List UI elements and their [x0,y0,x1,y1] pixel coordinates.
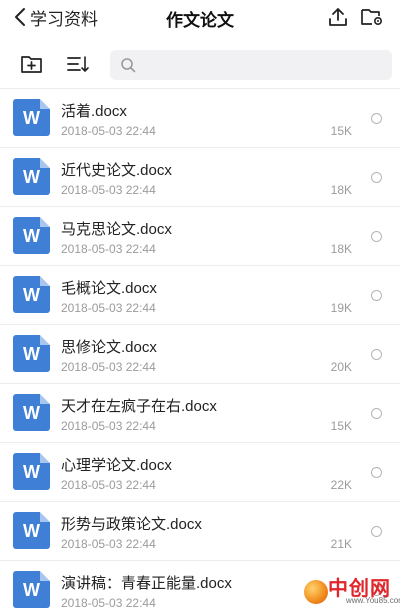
top-bar: 学习资料 作文论文 [0,0,400,36]
file-size: 19K [330,301,352,315]
select-radio[interactable] [371,172,382,183]
word-icon-letter: W [23,167,40,187]
word-document-icon: W [13,394,50,431]
file-name: 天才在左疯子在右.docx [61,398,217,415]
select-radio[interactable] [371,467,382,478]
file-date: 2018-05-03 22:44 [61,301,156,315]
file-size: 18K [330,242,352,256]
toolbar [0,44,400,84]
select-radio[interactable] [371,231,382,242]
file-name: 心理学论文.docx [61,457,172,474]
file-date: 2018-05-03 22:44 [61,537,156,551]
file-size: 21K [330,537,352,551]
file-size: 15K [330,124,352,138]
file-date: 2018-05-03 22:44 [61,478,156,492]
file-name: 活着.docx [61,103,127,120]
sort-button[interactable] [64,50,92,78]
file-name: 形势与政策论文.docx [61,516,202,533]
watermark-logo-icon [304,580,328,604]
file-name: 毛概论文.docx [61,280,157,297]
word-document-icon: W [13,453,50,490]
file-row[interactable]: W 活着.docx 2018-05-03 22:44 15K [0,88,400,147]
word-icon-letter: W [23,344,40,364]
file-date: 2018-05-03 22:44 [61,124,156,138]
file-size: 15K [330,419,352,433]
folder-gear-icon [361,9,383,26]
watermark: 中创网 www.You85.com [304,572,400,610]
search-input[interactable] [136,50,392,80]
file-row[interactable]: W 天才在左疯子在右.docx 2018-05-03 22:44 15K [0,383,400,442]
word-document-icon: W [13,335,50,372]
file-name: 思修论文.docx [61,339,157,356]
word-document-icon: W [13,99,50,136]
file-size: 22K [330,478,352,492]
file-row[interactable]: W 形势与政策论文.docx 2018-05-03 22:44 21K [0,501,400,560]
file-size: 20K [330,360,352,374]
file-date: 2018-05-03 22:44 [61,242,156,256]
word-icon-letter: W [23,108,40,128]
file-date: 2018-05-03 22:44 [61,419,156,433]
word-document-icon: W [13,512,50,549]
file-size: 18K [330,183,352,197]
file-date: 2018-05-03 22:44 [61,360,156,374]
word-icon-letter: W [23,462,40,482]
file-row[interactable]: W 心理学论文.docx 2018-05-03 22:44 22K [0,442,400,501]
file-date: 2018-05-03 22:44 [61,596,156,610]
search-box[interactable] [110,50,392,80]
select-radio[interactable] [371,349,382,360]
file-row[interactable]: W 毛概论文.docx 2018-05-03 22:44 19K [0,265,400,324]
word-document-icon: W [13,217,50,254]
upload-icon [329,8,347,26]
select-radio[interactable] [371,290,382,301]
select-radio[interactable] [371,113,382,124]
select-radio[interactable] [371,408,382,419]
file-row[interactable]: W 近代史论文.docx 2018-05-03 22:44 18K [0,147,400,206]
word-document-icon: W [13,571,50,608]
select-radio[interactable] [371,526,382,537]
file-name: 马克思论文.docx [61,221,172,238]
watermark-url: www.You85.com [346,596,400,605]
folder-settings-button[interactable] [359,4,385,30]
file-date: 2018-05-03 22:44 [61,183,156,197]
file-row[interactable]: W 思修论文.docx 2018-05-03 22:44 20K [0,324,400,383]
word-document-icon: W [13,276,50,313]
add-folder-icon [21,56,42,73]
new-folder-button[interactable] [18,50,46,78]
file-name: 近代史论文.docx [61,162,172,179]
word-icon-letter: W [23,580,40,600]
upload-button[interactable] [325,4,351,30]
word-icon-letter: W [23,285,40,305]
word-icon-letter: W [23,403,40,423]
sort-icon [67,56,89,72]
file-list: W 活着.docx 2018-05-03 22:44 15K W 近代史论文.docx 20… [0,88,400,616]
word-document-icon: W [13,158,50,195]
file-row[interactable]: W 马克思论文.docx 2018-05-03 22:44 18K [0,206,400,265]
word-icon-letter: W [23,521,40,541]
search-icon [121,58,136,73]
file-name: 演讲稿：青春正能量.docx [61,575,232,592]
word-icon-letter: W [23,226,40,246]
